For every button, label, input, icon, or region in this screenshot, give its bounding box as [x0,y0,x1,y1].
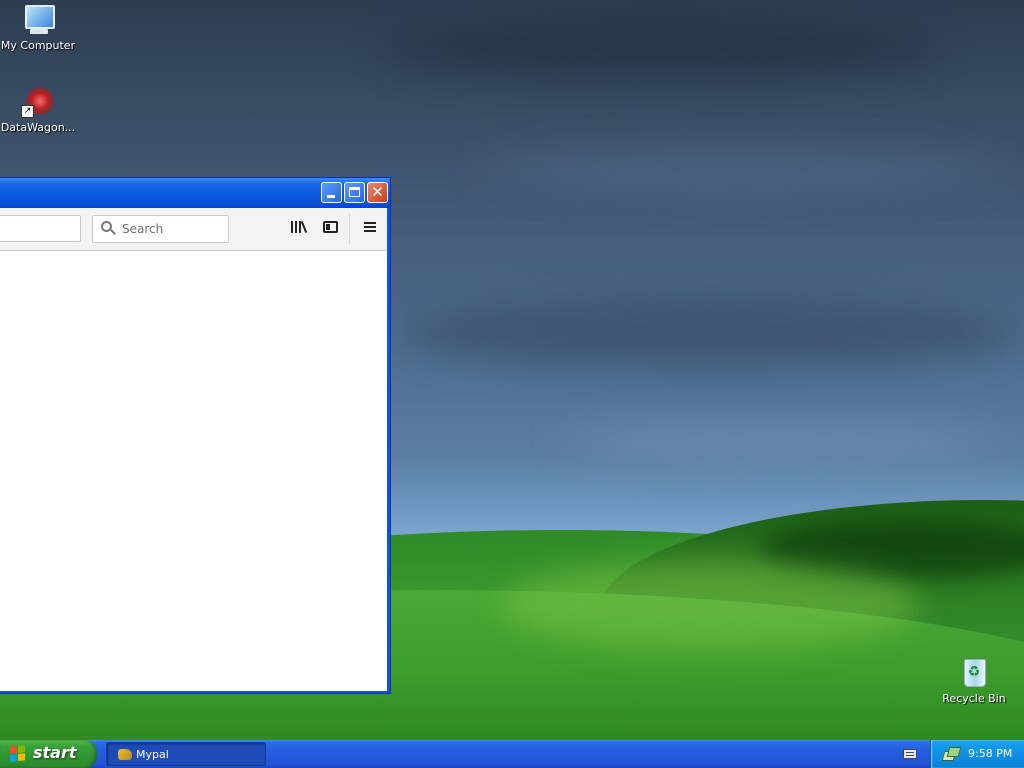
menu-icon[interactable] [362,220,380,238]
desktop-icon-recycle-bin[interactable]: ♻ Recycle Bin [936,656,1012,705]
wallpaper-cloud [380,20,940,80]
wallpaper-cloud [400,300,1020,370]
sidebar-icon[interactable] [322,220,340,238]
close-button[interactable]: ✕ [367,182,388,203]
clock[interactable]: 9:58 PM [968,747,1012,760]
wallpaper-cloud [480,150,1000,190]
url-bar[interactable] [0,215,81,242]
minimize-icon [327,195,335,198]
mypal-app-icon [118,749,132,760]
maximize-button[interactable] [344,182,365,203]
search-box[interactable] [92,215,229,243]
page-content-area[interactable] [0,251,387,691]
network-icon[interactable] [941,746,962,762]
maximize-icon [349,187,360,197]
my-computer-icon [21,3,55,37]
wallpaper-grass-highlight [500,560,920,650]
browser-window: ✕ [0,177,391,694]
taskbar-button-mypal[interactable]: Mypal [106,742,266,766]
library-icon[interactable] [290,220,308,238]
window-titlebar[interactable]: ✕ [0,178,390,208]
keyboard-icon[interactable] [903,749,917,759]
recycle-bin-icon: ♻ [957,656,991,690]
windows-logo-icon [10,745,26,763]
start-button[interactable]: start [0,740,97,768]
desktop-icon-label: Recycle Bin [942,692,1006,705]
system-tray: 9:58 PM [930,740,1024,768]
desktop-icon-datawagon[interactable]: ↗ DataWagon... [0,85,76,134]
search-input[interactable] [122,220,222,238]
navigation-toolbar [0,208,387,251]
desktop-icon-label: DataWagon... [0,121,76,134]
datawagon-shortcut-icon: ↗ [21,85,55,119]
taskbar-button-label: Mypal [136,748,169,761]
desktop-icon-my-computer[interactable]: My Computer [0,3,76,52]
close-icon: ✕ [371,183,384,201]
wallpaper-cloud [560,420,1000,460]
minimize-button[interactable] [321,182,342,203]
taskbar: start Mypal 9:58 PM [0,740,1024,768]
toolbar-separator [349,214,350,244]
start-label: start [33,743,77,762]
desktop-icon-label: My Computer [0,39,76,52]
